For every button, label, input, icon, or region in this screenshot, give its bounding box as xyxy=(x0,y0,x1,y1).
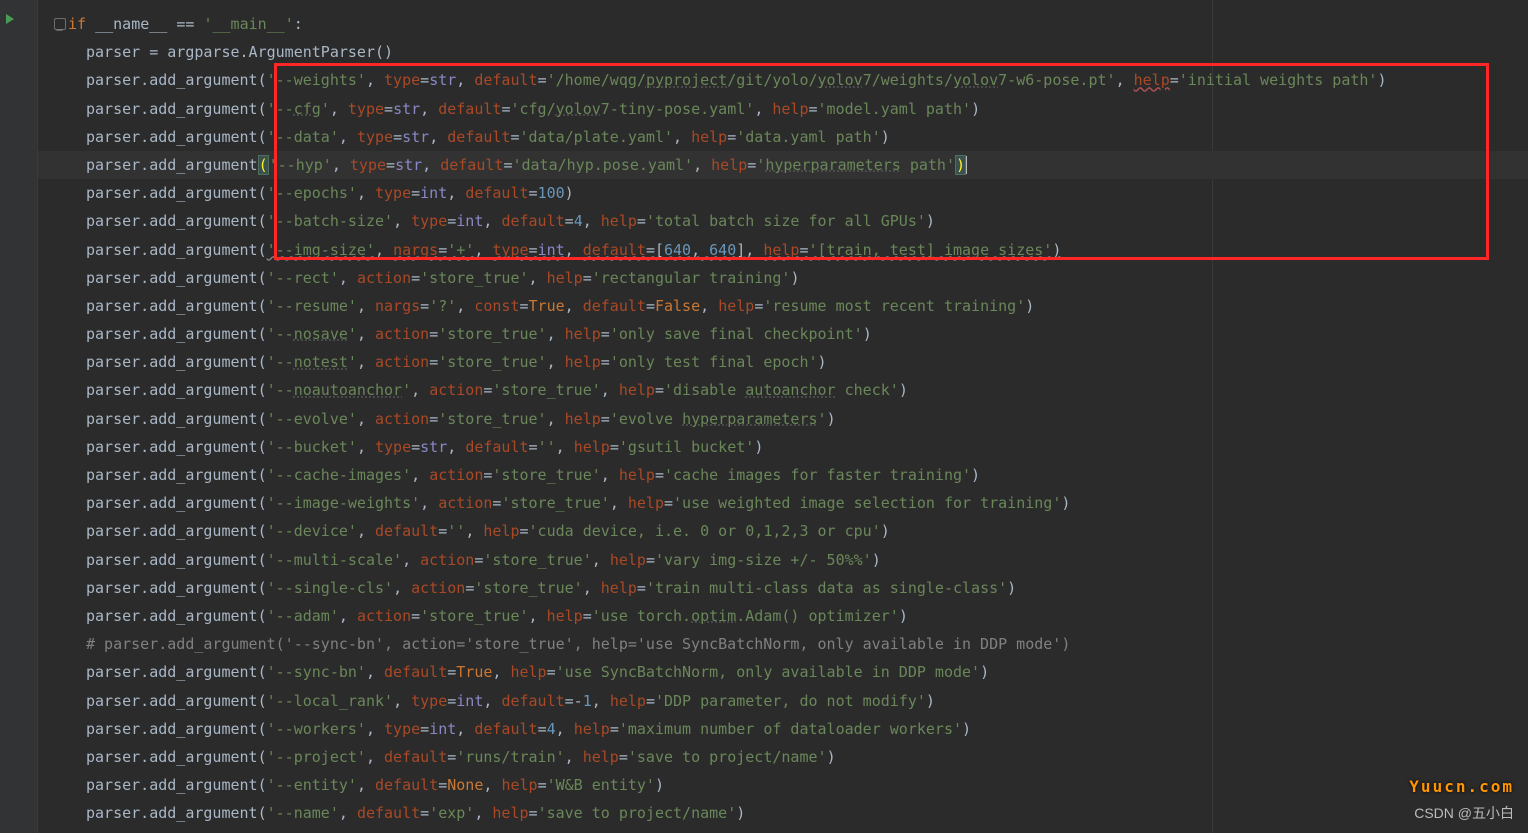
code-line[interactable]: parser.add_argument('--batch-size', type… xyxy=(38,207,1528,235)
code-line[interactable]: parser.add_argument('--notest', action='… xyxy=(38,348,1528,376)
code-line[interactable]: parser.add_argument('--local_rank', type… xyxy=(38,687,1528,715)
code-line[interactable]: parser.add_argument('--img-size', nargs=… xyxy=(38,236,1528,264)
code-line[interactable]: parser.add_argument('--multi-scale', act… xyxy=(38,546,1528,574)
code-line[interactable]: parser.add_argument('--weights', type=st… xyxy=(38,66,1528,94)
code-line[interactable]: parser = argparse.ArgumentParser() xyxy=(38,38,1528,66)
run-icon[interactable] xyxy=(6,14,14,24)
code-line[interactable]: parser.add_argument('--sync-bn', default… xyxy=(38,658,1528,686)
code-line[interactable]: parser.add_argument('--rect', action='st… xyxy=(38,264,1528,292)
code-line[interactable]: parser.add_argument('--epochs', type=int… xyxy=(38,179,1528,207)
code-line[interactable]: parser.add_argument('--cfg', type=str, d… xyxy=(38,95,1528,123)
code-line[interactable]: parser.add_argument('--image-weights', a… xyxy=(38,489,1528,517)
code-editor[interactable]: if __name__ == '__main__':parser = argpa… xyxy=(38,10,1528,827)
code-line[interactable]: parser.add_argument('--device', default=… xyxy=(38,517,1528,545)
fold-icon[interactable] xyxy=(54,18,66,30)
gutter xyxy=(0,0,38,833)
code-line[interactable]: parser.add_argument('--name', default='e… xyxy=(38,799,1528,827)
code-line[interactable]: parser.add_argument('--workers', type=in… xyxy=(38,715,1528,743)
code-line[interactable]: parser.add_argument('--entity', default=… xyxy=(38,771,1528,799)
watermark-credit: CSDN @五小白 xyxy=(1414,799,1514,827)
code-line[interactable]: parser.add_argument('--cache-images', ac… xyxy=(38,461,1528,489)
code-line[interactable]: parser.add_argument('--bucket', type=str… xyxy=(38,433,1528,461)
code-line[interactable]: parser.add_argument('--evolve', action='… xyxy=(38,405,1528,433)
code-line[interactable]: parser.add_argument('--adam', action='st… xyxy=(38,602,1528,630)
watermark-site: Yuucn.com xyxy=(1409,773,1514,801)
code-line[interactable]: parser.add_argument('--nosave', action='… xyxy=(38,320,1528,348)
code-line[interactable]: parser.add_argument('--project', default… xyxy=(38,743,1528,771)
code-line[interactable]: parser.add_argument('--data', type=str, … xyxy=(38,123,1528,151)
code-line[interactable]: if __name__ == '__main__': xyxy=(38,10,1528,38)
code-line[interactable]: parser.add_argument('--hyp', type=str, d… xyxy=(38,151,1528,179)
code-line[interactable]: parser.add_argument('--noautoanchor', ac… xyxy=(38,376,1528,404)
code-line[interactable]: # parser.add_argument('--sync-bn', actio… xyxy=(38,630,1528,658)
code-line[interactable]: parser.add_argument('--resume', nargs='?… xyxy=(38,292,1528,320)
code-line[interactable]: parser.add_argument('--single-cls', acti… xyxy=(38,574,1528,602)
